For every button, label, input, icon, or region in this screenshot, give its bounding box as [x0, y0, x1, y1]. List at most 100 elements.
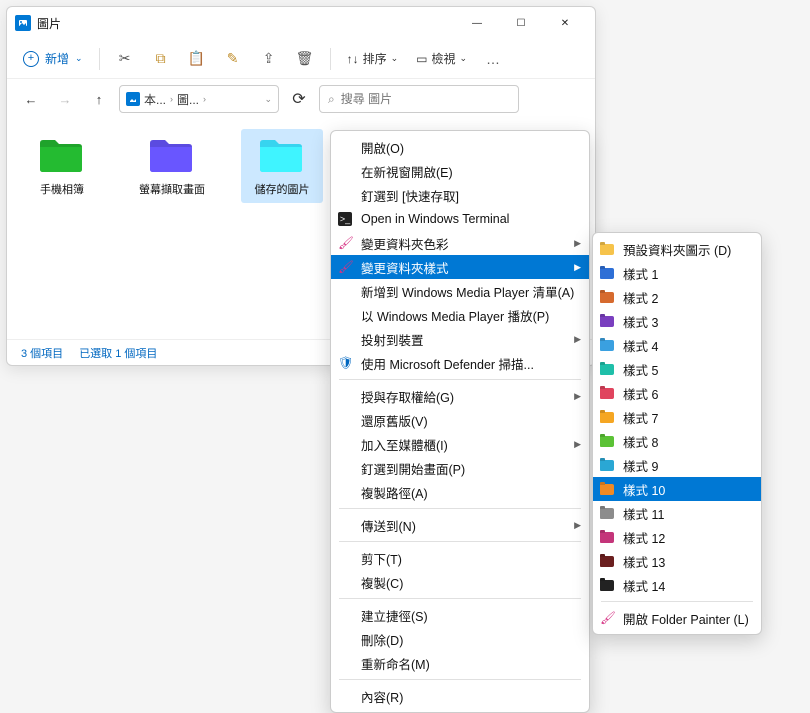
menu-item-label: 傳送到(N): [361, 516, 416, 535]
paint-icon: 🖌: [599, 610, 615, 626]
menu-item-label: 樣式 11: [623, 504, 664, 523]
menu-item[interactable]: 剪下(T): [331, 546, 589, 570]
view-icon: ▭: [416, 52, 427, 66]
menu-item[interactable]: >_Open in Windows Terminal: [331, 207, 589, 231]
delete-icon[interactable]: 🗑: [290, 44, 320, 74]
menu-item-label: 建立捷徑(S): [361, 606, 428, 625]
menu-item-label: 授與存取權給(G): [361, 387, 454, 406]
chevron-right-icon: ▶: [574, 439, 581, 450]
menu-item[interactable]: 樣式 11: [593, 501, 761, 525]
menu-item[interactable]: 🖌開啟 Folder Painter (L): [593, 606, 761, 630]
folder-color-icon: [599, 577, 615, 593]
share-icon[interactable]: ⇪: [254, 44, 284, 74]
minimize-button[interactable]: —: [455, 8, 499, 38]
menu-separator: [339, 508, 581, 509]
address-bar[interactable]: 本... › 圖... › ⌄: [119, 85, 279, 113]
context-menu: 開啟(O)在新視窗開啟(E) 釘選到 [快速存取] >_Open in Window…: [330, 130, 590, 713]
menu-item[interactable]: 樣式 5: [593, 357, 761, 381]
menu-item[interactable]: 樣式 6: [593, 381, 761, 405]
menu-item[interactable]: 授與存取權給(G)▶: [331, 384, 589, 408]
folder-color-icon: [599, 505, 615, 521]
chevron-right-icon: ▶: [574, 238, 581, 249]
copy-icon[interactable]: ⧉: [146, 44, 176, 74]
menu-item[interactable]: 傳送到(N)▶: [331, 513, 589, 537]
menu-item[interactable]: 加入至媒體櫃(I) ▶: [331, 432, 589, 456]
nav-row: ← → ↑ 本... › 圖... › ⌄ ⟳ ⌕: [7, 79, 595, 119]
sub-context-menu: 預設資料夾圖示 (D) 樣式 1樣式 2樣式 3樣式 4樣式 5樣式 6 樣式 7 樣…: [592, 232, 762, 635]
folder-color-icon: [599, 553, 615, 569]
picture-icon: [126, 92, 140, 106]
chevron-down-icon[interactable]: ⌄: [264, 94, 272, 105]
menu-item[interactable]: 樣式 3: [593, 309, 761, 333]
menu-item[interactable]: 樣式 8: [593, 429, 761, 453]
more-button[interactable]: …: [479, 44, 509, 74]
rename-icon[interactable]: ✎: [218, 44, 248, 74]
paste-icon[interactable]: 📋: [182, 44, 212, 74]
menu-item[interactable]: 在新視窗開啟(E): [331, 159, 589, 183]
menu-item[interactable]: 🛡使用 Microsoft Defender 掃描...: [331, 351, 589, 375]
sort-dropdown[interactable]: ↑↓ 排序 ⌄: [341, 46, 405, 71]
menu-item[interactable]: 釘選到開始畫面(P): [331, 456, 589, 480]
menu-item-label: 樣式 10: [623, 480, 665, 499]
crumb-current: 圖...: [177, 91, 199, 108]
crumb-root: 本...: [144, 91, 166, 108]
menu-item-label: 加入至媒體櫃(I): [361, 435, 448, 454]
menu-item[interactable]: 複製路徑(A): [331, 480, 589, 504]
chevron-down-icon: ⌄: [75, 53, 83, 64]
back-button[interactable]: ←: [17, 85, 45, 113]
menu-item[interactable]: 樣式 4: [593, 333, 761, 357]
menu-item[interactable]: 投射到裝置▶: [331, 327, 589, 351]
menu-item[interactable]: 樣式 12: [593, 525, 761, 549]
forward-button[interactable]: →: [51, 85, 79, 113]
menu-item-label: 樣式 7: [623, 408, 658, 427]
cut-icon[interactable]: ✂: [110, 44, 140, 74]
search-input[interactable]: [341, 92, 510, 106]
menu-item[interactable]: 樣式 1: [593, 261, 761, 285]
folder-item[interactable]: 手機相簿: [21, 129, 103, 203]
menu-item[interactable]: 開啟(O): [331, 135, 589, 159]
menu-item[interactable]: 內容(R): [331, 684, 589, 708]
menu-item[interactable]: 樣式 14: [593, 573, 761, 597]
menu-item[interactable]: 樣式 9: [593, 453, 761, 477]
menu-item[interactable]: 以 Windows Media Player 播放(P): [331, 303, 589, 327]
menu-item[interactable]: 刪除(D): [331, 627, 589, 651]
menu-item-label: 預設資料夾圖示 (D): [623, 240, 731, 259]
menu-item[interactable]: 重新命名(M): [331, 651, 589, 675]
menu-item-label: 複製路徑(A): [361, 483, 428, 502]
up-button[interactable]: ↑: [85, 85, 113, 113]
paint-icon: 🖌: [337, 259, 353, 275]
menu-item[interactable]: 建立捷徑(S): [331, 603, 589, 627]
menu-item-label: Open in Windows Terminal: [361, 212, 509, 226]
menu-item[interactable]: 新增到 Windows Media Player 清單(A): [331, 279, 589, 303]
menu-item[interactable]: 樣式 2: [593, 285, 761, 309]
status-count: 3 個項目: [21, 345, 63, 361]
folder-item[interactable]: 螢幕擷取畫面: [131, 129, 213, 203]
menu-item-label: 樣式 9: [623, 456, 658, 475]
menu-item[interactable]: 樣式 7: [593, 405, 761, 429]
menu-item[interactable]: 樣式 13: [593, 549, 761, 573]
menu-item-label: 內容(R): [361, 687, 403, 706]
maximize-button[interactable]: ☐: [499, 8, 543, 38]
folder-item[interactable]: 儲存的圖片: [241, 129, 323, 203]
view-dropdown[interactable]: ▭ 檢視 ⌄: [410, 46, 473, 71]
separator: [330, 48, 331, 70]
paint-icon: 🖌: [337, 235, 353, 251]
menu-item[interactable]: 複製(C): [331, 570, 589, 594]
app-icon: [15, 15, 31, 31]
menu-item[interactable]: 🖌 變更資料夾色彩 ▶: [331, 231, 589, 255]
menu-item[interactable]: 預設資料夾圖示 (D): [593, 237, 761, 261]
close-button[interactable]: ✕: [543, 8, 587, 38]
new-button[interactable]: + 新增 ⌄: [17, 46, 89, 71]
menu-item-label: 釘選到 [快速存取]: [361, 186, 459, 205]
menu-item-label: 變更資料夾色彩: [361, 234, 449, 253]
menu-item-label: 新增到 Windows Media Player 清單(A): [361, 282, 574, 301]
folder-label: 手機相簿: [40, 181, 84, 197]
menu-item-label: 重新命名(M): [361, 654, 430, 673]
menu-item[interactable]: 🖌變更資料夾樣式▶: [331, 255, 589, 279]
menu-item[interactable]: 還原舊版(V): [331, 408, 589, 432]
search-box[interactable]: ⌕: [319, 85, 519, 113]
refresh-button[interactable]: ⟳: [285, 85, 313, 113]
menu-separator: [339, 379, 581, 380]
menu-item[interactable]: 釘選到 [快速存取]: [331, 183, 589, 207]
menu-item[interactable]: 樣式 10: [593, 477, 761, 501]
